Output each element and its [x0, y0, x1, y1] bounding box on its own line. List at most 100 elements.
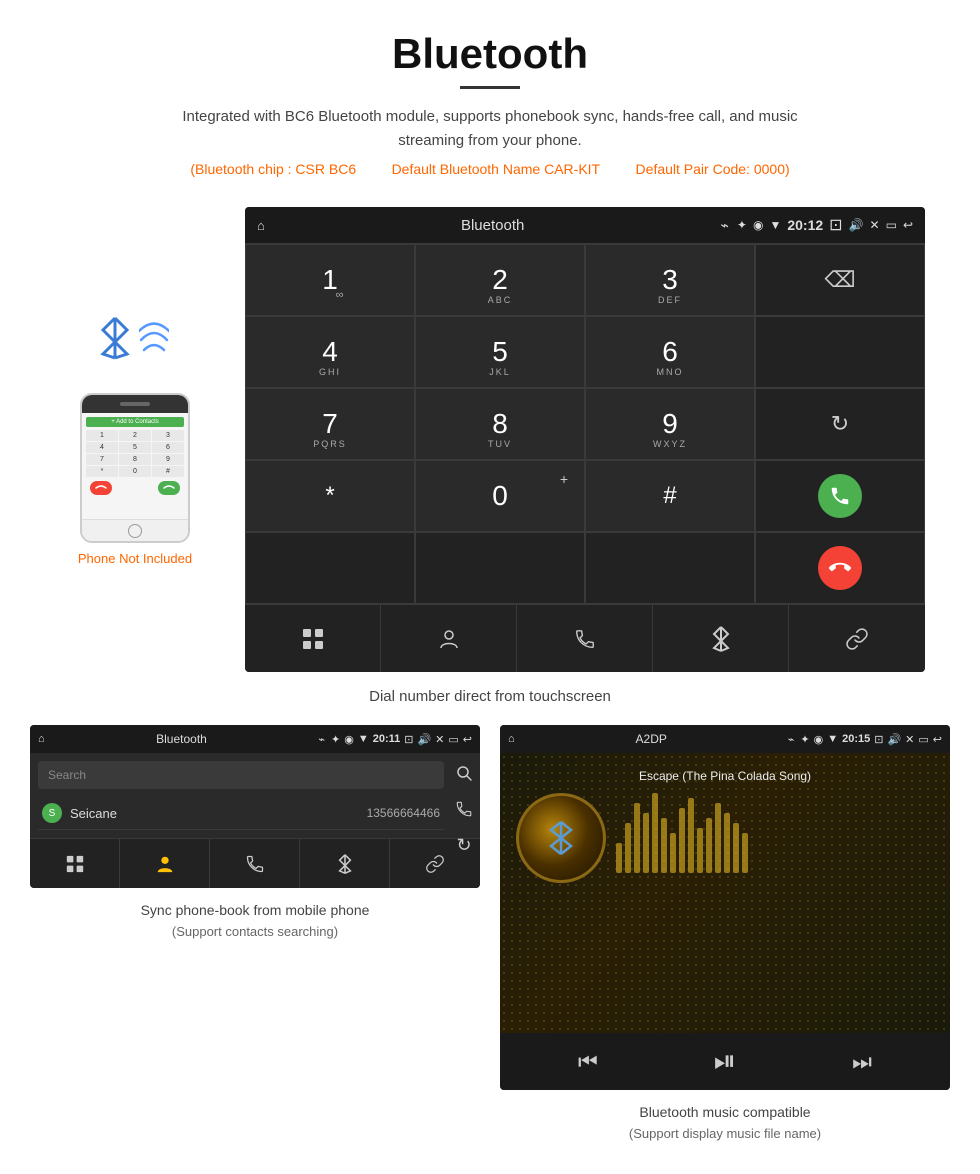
spec-chip: (Bluetooth chip : CSR BC6 — [190, 161, 356, 177]
dial-empty-5b — [415, 532, 585, 604]
camera-icon: ⊡ — [829, 215, 842, 235]
grid-icon — [302, 628, 324, 650]
pb-vol-icon: 🔊 — [417, 733, 431, 746]
eq-bar — [706, 818, 712, 873]
wifi-arcs-icon — [139, 318, 169, 358]
dial-key-star[interactable]: * — [245, 460, 415, 532]
key-7-letters: PQRS — [313, 439, 347, 449]
dial-key-4[interactable]: 4 GHI — [245, 316, 415, 388]
pb-bt-btn[interactable] — [300, 839, 390, 888]
pb-back-icon: ↩ — [463, 733, 472, 746]
search-bar[interactable]: Search — [38, 761, 444, 789]
dial-key-6[interactable]: 6 MNO — [585, 316, 755, 388]
phone-key-6: 6 — [152, 442, 184, 453]
volume-icon: 🔊 — [849, 218, 864, 232]
key-5-number: 5 — [492, 336, 508, 368]
music-sig-icon: ▼ — [827, 733, 838, 745]
phone-key-5: 5 — [119, 442, 151, 453]
phone-icon — [574, 628, 596, 650]
key-3-letters: DEF — [658, 295, 682, 305]
dial-key-call-red[interactable] — [755, 532, 925, 604]
star-symbol: * — [325, 482, 334, 510]
refresh-icon: ↻ — [831, 411, 849, 437]
phone-key-8: 8 — [119, 454, 151, 465]
refresh-pb-icon[interactable]: ↻ — [452, 833, 476, 857]
dial-key-backspace[interactable]: ⌫ — [755, 244, 925, 316]
bt-status-icon: ✦ — [737, 218, 747, 232]
call-green-btn[interactable] — [818, 474, 862, 518]
music-controls: ⏮ ⏯ ⏭ — [500, 1033, 950, 1090]
bt-icon — [712, 626, 730, 652]
pb-phone-btn[interactable] — [210, 839, 300, 888]
key-9-number: 9 — [662, 408, 678, 440]
pb-grid-btn[interactable] — [30, 839, 120, 888]
next-btn[interactable]: ⏭ — [852, 1049, 872, 1075]
key-2-number: 2 — [492, 264, 508, 296]
dial-screen-title: Bluetooth — [273, 217, 713, 234]
dial-key-8[interactable]: 8 TUV — [415, 388, 585, 460]
phone-top-bar — [82, 395, 188, 413]
phone-bottom-bar — [82, 519, 188, 541]
bottom-panels: ⌂ Bluetooth ⌁ ✦ ◉ ▼ 20:11 ⊡ 🔊 ✕ ▭ ↩ — [0, 725, 980, 1174]
pb-usb-icon: ⌁ — [318, 733, 325, 746]
eq-bar — [625, 823, 631, 873]
music-main-area — [516, 793, 934, 883]
refresh-pb-svg-icon: ↻ — [456, 835, 471, 856]
dial-key-1[interactable]: 1 ∞ — [245, 244, 415, 316]
dial-key-refresh[interactable]: ↻ — [755, 388, 925, 460]
phone-call-icon[interactable] — [452, 797, 476, 821]
dial-key-5[interactable]: 5 JKL — [415, 316, 585, 388]
dial-key-2[interactable]: 2 ABC — [415, 244, 585, 316]
contact-row[interactable]: S Seicane 13566664466 — [38, 797, 444, 830]
prev-btn[interactable]: ⏮ — [578, 1049, 598, 1075]
usb-icon: ⌁ — [720, 217, 728, 234]
dial-bottom-person[interactable] — [381, 605, 517, 672]
music-status-bar: ⌂ A2DP ⌁ ✦ ◉ ▼ 20:15 ⊡ 🔊 ✕ ▭ ↩ — [500, 725, 950, 753]
pb-grid-icon — [66, 855, 84, 873]
pb-rect-icon: ▭ — [448, 733, 458, 746]
phone-call-btn — [158, 481, 180, 495]
key-0-number: 0 — [492, 480, 508, 512]
phone-not-included-label: Phone Not Included — [78, 551, 192, 566]
dial-key-7[interactable]: 7 PQRS — [245, 388, 415, 460]
phone-image: + Add to Contacts 1 2 3 4 5 6 7 8 9 * 0 … — [80, 393, 190, 543]
phone-mockup-left: + Add to Contacts 1 2 3 4 5 6 7 8 9 * 0 … — [55, 207, 215, 672]
contact-name: Seicane — [70, 806, 367, 821]
dial-key-call-green[interactable] — [755, 460, 925, 532]
bt-album-icon — [541, 818, 581, 858]
dial-key-hash[interactable]: # — [585, 460, 755, 532]
page-description: Integrated with BC6 Bluetooth module, su… — [150, 105, 830, 153]
dial-bottom-grid[interactable] — [245, 605, 381, 672]
status-time: 20:12 — [787, 217, 823, 233]
key-6-number: 6 — [662, 336, 678, 368]
key-8-letters: TUV — [488, 439, 512, 449]
pb-caption-sub: (Support contacts searching) — [172, 924, 338, 939]
eq-bar — [724, 813, 730, 873]
dial-bottom-link[interactable] — [789, 605, 925, 672]
x-icon: ✕ — [870, 218, 880, 232]
phone-key-hash: # — [152, 466, 184, 477]
dial-bottom-phone[interactable] — [517, 605, 653, 672]
dial-key-0[interactable]: 0 + — [415, 460, 585, 532]
search-icon[interactable] — [452, 761, 476, 785]
pb-sig-icon: ▼ — [358, 733, 369, 745]
pb-person-btn[interactable] — [120, 839, 210, 888]
music-screen: ⌂ A2DP ⌁ ✦ ◉ ▼ 20:15 ⊡ 🔊 ✕ ▭ ↩ — [500, 725, 950, 1090]
music-x-icon: ✕ — [905, 733, 914, 746]
dial-bottom-bt[interactable] — [653, 605, 789, 672]
pb-right-icons: ↻ — [452, 761, 476, 857]
call-red-btn[interactable] — [818, 546, 862, 590]
eq-bar — [652, 793, 658, 873]
phone-key-0: 0 — [119, 466, 151, 477]
rect-icon: ▭ — [886, 218, 897, 232]
phonebook-panel: ⌂ Bluetooth ⌁ ✦ ◉ ▼ 20:11 ⊡ 🔊 ✕ ▭ ↩ — [30, 725, 480, 1144]
music-title: A2DP — [521, 732, 782, 746]
key-2-letters: ABC — [488, 295, 513, 305]
play-pause-btn[interactable]: ⏯ — [714, 1045, 736, 1078]
phone-key-9: 9 — [152, 454, 184, 465]
key-1-sub: ∞ — [336, 289, 344, 301]
dial-key-9[interactable]: 9 WXYZ — [585, 388, 755, 460]
dial-car-screen: ⌂ Bluetooth ⌁ ✦ ◉ ▼ 20:12 ⊡ 🔊 ✕ ▭ ↩ 1 ∞ — [245, 207, 925, 672]
eq-bar — [643, 813, 649, 873]
dial-key-3[interactable]: 3 DEF — [585, 244, 755, 316]
